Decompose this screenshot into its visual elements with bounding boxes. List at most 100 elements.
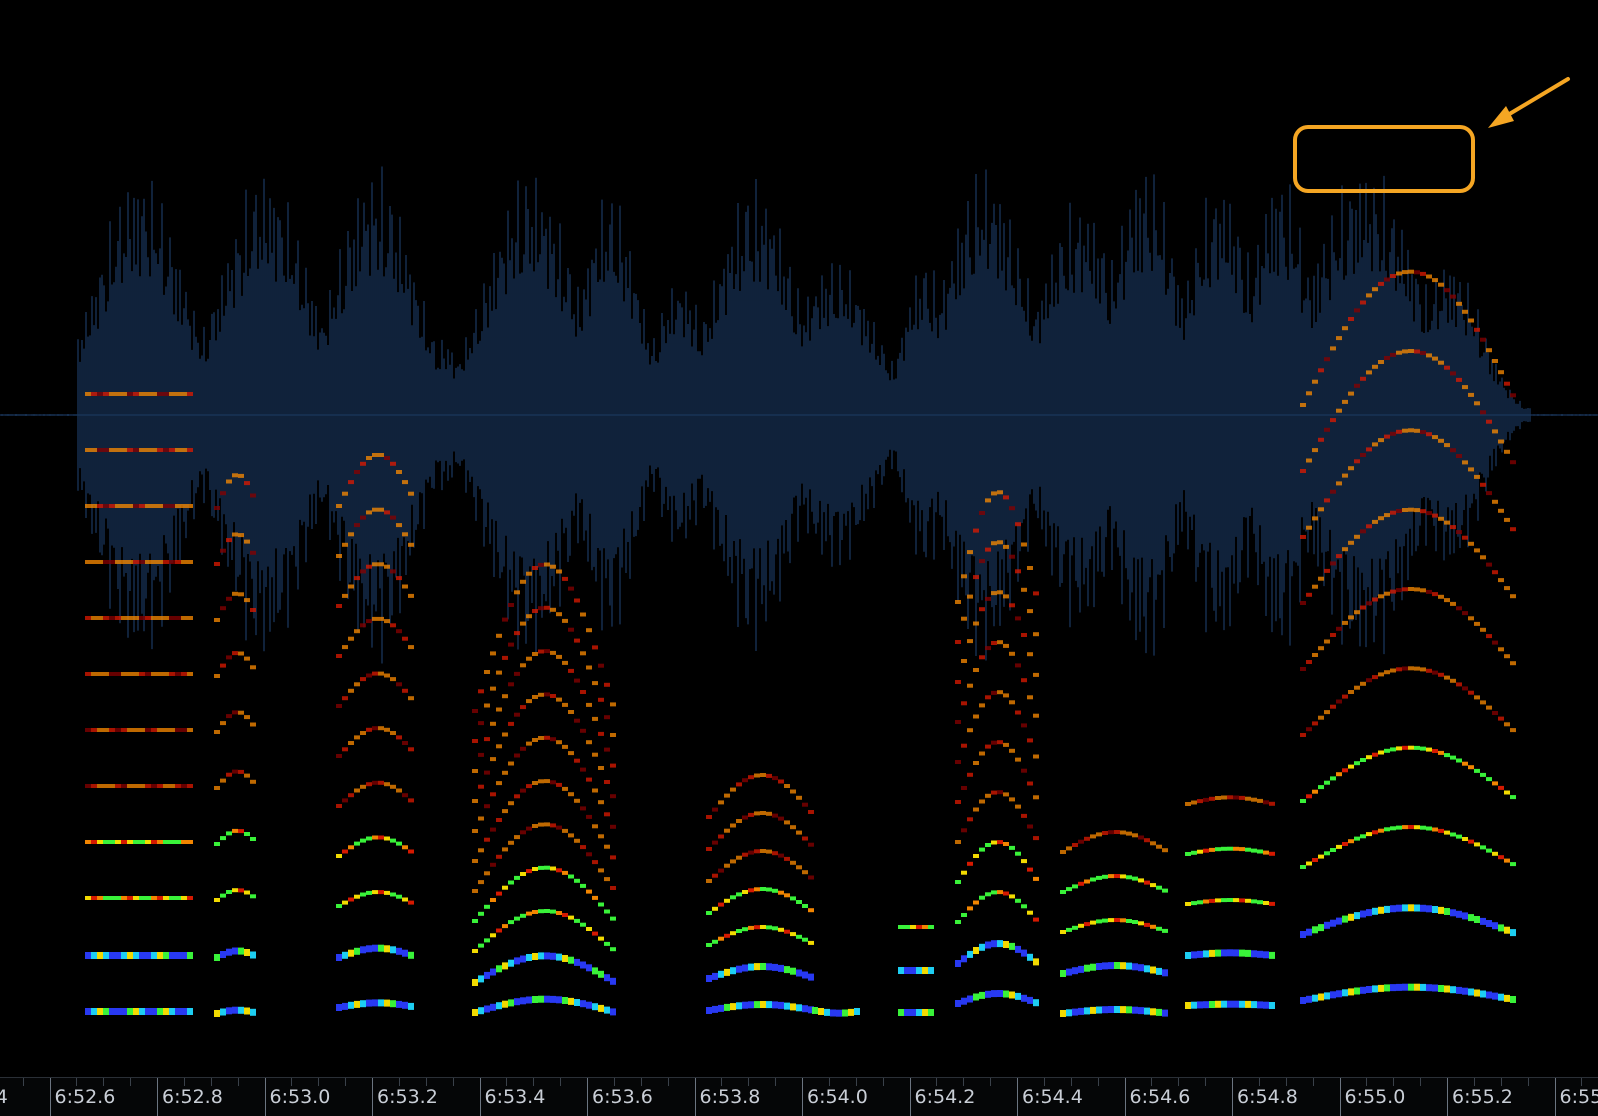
harmonic-cell	[1197, 1001, 1203, 1009]
time-ruler[interactable]: 6:52.46:52.66:52.86:53.06:53.26:53.46:53…	[0, 1077, 1598, 1116]
harmonic-cell	[121, 784, 127, 788]
harmonic-cell	[187, 392, 193, 396]
harmonic-cell	[742, 1001, 748, 1009]
harmonic-cell	[1498, 855, 1504, 860]
harmonic-cell	[109, 952, 115, 959]
harmonic-cell	[604, 844, 610, 849]
harmonic-cell	[97, 728, 103, 732]
harmonic-cell	[586, 628, 592, 633]
harmonic-cell	[478, 975, 484, 983]
harmonic-cell	[1215, 796, 1221, 800]
timeline-minor-tick	[130, 1078, 132, 1086]
harmonic-cell	[1227, 898, 1233, 902]
harmonic-cell	[85, 840, 91, 844]
harmonic-cell	[520, 997, 526, 1005]
harmonic-cell	[1132, 833, 1138, 838]
harmonic-cell	[97, 1008, 103, 1015]
harmonic-cell	[514, 671, 520, 676]
harmonic-cell	[91, 728, 97, 732]
harmonic-cell	[1414, 587, 1420, 592]
harmonic-cell	[220, 721, 226, 726]
harmonic-cell	[1015, 663, 1021, 668]
harmonic-cell	[580, 651, 586, 656]
harmonic-cell	[187, 840, 193, 844]
harmonic-cell	[151, 616, 157, 620]
harmonic-cell	[1504, 381, 1510, 386]
harmonic-cell	[1009, 554, 1015, 559]
timeline-minor-tick	[1178, 1078, 1180, 1086]
harmonic-cell	[1396, 509, 1402, 513]
harmonic-cell	[706, 1007, 712, 1014]
harmonic-cell	[1318, 507, 1324, 512]
harmonic-cell	[496, 781, 502, 786]
harmonic-cell	[85, 728, 91, 732]
harmonic-cell	[1203, 899, 1209, 904]
harmonic-cell	[1015, 569, 1021, 574]
harmonic-cell	[1450, 909, 1456, 917]
harmonic-cell	[1378, 438, 1384, 443]
harmonic-cell	[220, 893, 226, 898]
harmonic-cell	[1468, 988, 1474, 996]
harmonic-cell	[610, 733, 616, 737]
harmonic-cell	[538, 779, 544, 784]
harmonic-cell	[1420, 667, 1426, 672]
harmonic-cell	[718, 868, 724, 873]
harmonic-cell	[1162, 928, 1168, 933]
harmonic-cell	[1378, 594, 1384, 599]
harmonic-cell	[1126, 1006, 1132, 1014]
harmonic-cell	[85, 784, 91, 788]
harmonic-cell	[604, 1006, 610, 1014]
harmonic-cell	[1257, 1001, 1263, 1009]
harmonic-cell	[1312, 926, 1318, 934]
harmonic-cell	[151, 784, 157, 788]
harmonic-cell	[354, 735, 360, 740]
harmonic-cell	[1003, 941, 1009, 948]
harmonic-cell	[408, 798, 414, 803]
harmonic-cell	[724, 793, 730, 798]
harmonic-cell	[1486, 562, 1492, 567]
harmonic-cell	[1366, 601, 1372, 606]
harmonic-cell	[1444, 675, 1450, 680]
harmonic-cell	[127, 672, 133, 676]
timeline-tick: 6:53.4	[479, 1078, 545, 1116]
timeline-tick: 6:52.6	[49, 1078, 115, 1116]
harmonic-cell	[139, 560, 145, 564]
harmonic-cell	[490, 898, 496, 902]
harmonic-cell	[133, 1008, 139, 1015]
harmonic-cell	[187, 616, 193, 620]
timeline-tick: 6:55.4	[1554, 1078, 1598, 1116]
harmonic-cell	[1426, 353, 1432, 358]
harmonic-cell	[1066, 927, 1072, 932]
harmonic-cell	[151, 1008, 157, 1015]
harmonic-cell	[1498, 508, 1504, 513]
harmonic-cell	[1156, 885, 1162, 890]
harmonic-cell	[955, 600, 961, 604]
harmonic-cell	[1269, 851, 1275, 856]
harmonic-cell	[1336, 844, 1342, 849]
harmonic-cell	[214, 562, 220, 566]
spectrogram-canvas[interactable]	[0, 0, 1598, 1116]
harmonic-cell	[115, 616, 121, 620]
harmonic-cell	[586, 1001, 592, 1009]
harmonic-cell	[472, 949, 478, 953]
harmonic-cell	[544, 605, 550, 610]
harmonic-cell	[220, 836, 226, 841]
harmonic-cell	[1408, 666, 1414, 671]
harmonic-cell	[526, 656, 532, 661]
harmonic-cell	[348, 636, 354, 641]
harmonic-cell	[544, 562, 550, 567]
harmonic-cell	[997, 540, 1003, 545]
harmonic-cell	[1090, 920, 1096, 925]
harmonic-cell	[1162, 888, 1168, 893]
harmonic-cell	[568, 751, 574, 756]
harmonic-cell	[1263, 901, 1269, 905]
harmonic-cell	[574, 758, 580, 763]
harmonic-cell	[1203, 848, 1209, 853]
harmonic-cell	[532, 652, 538, 656]
harmonic-cell	[1474, 548, 1480, 553]
harmonic-cell	[1468, 392, 1474, 397]
harmonic-cell	[181, 672, 187, 676]
harmonic-cell	[181, 728, 187, 732]
harmonic-cell	[586, 889, 592, 894]
harmonic-cell	[724, 828, 730, 833]
